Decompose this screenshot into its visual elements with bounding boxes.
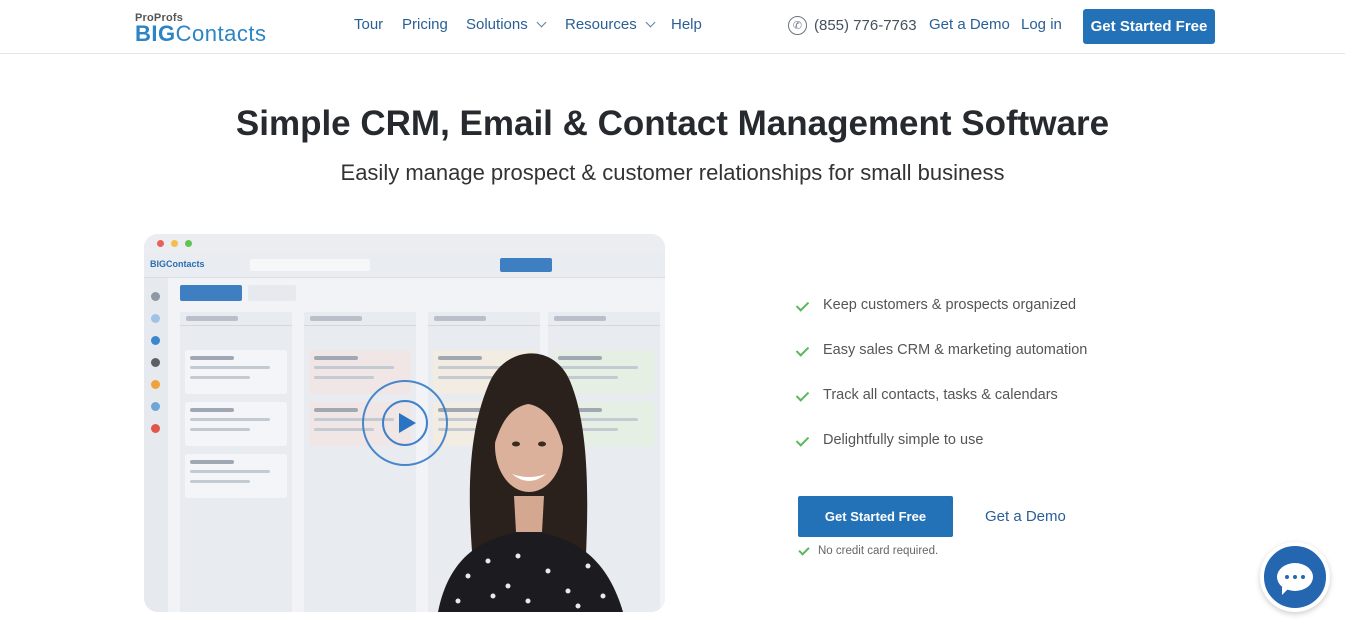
nav-tour[interactable]: Tour (354, 16, 383, 33)
get-started-free-button[interactable]: Get Started Free (798, 496, 953, 537)
chat-icon (1277, 563, 1313, 595)
get-demo-link[interactable]: Get a Demo (929, 16, 1010, 33)
column-header (548, 312, 660, 326)
card-line (190, 460, 234, 464)
check-icon (796, 390, 811, 401)
video-app-search (250, 259, 370, 271)
nav-resources-label: Resources (565, 16, 637, 33)
card-line (190, 480, 250, 483)
nav-solutions-label: Solutions (466, 16, 528, 33)
chat-dot (1301, 575, 1305, 579)
feature-item: Easy sales CRM & marketing automation (796, 342, 1087, 358)
check-icon (799, 546, 811, 557)
window-minimize-dot (171, 240, 178, 247)
top-navigation-bar: ProProfs BIGContacts Tour Pricing Soluti… (0, 0, 1345, 54)
feature-text: Track all contacts, tasks & calendars (823, 387, 1058, 403)
card-line (190, 366, 270, 369)
pipeline-card (185, 454, 287, 498)
video-app-sidebar (144, 278, 168, 612)
chevron-down-icon (645, 17, 656, 28)
card-line (190, 356, 234, 360)
nav-pricing[interactable]: Pricing (402, 16, 448, 33)
chevron-down-icon (536, 17, 547, 28)
play-button[interactable] (362, 380, 448, 466)
nav-resources[interactable]: Resources (565, 16, 656, 33)
page-title: Simple CRM, Email & Contact Management S… (235, 104, 1110, 143)
card-line (190, 418, 270, 421)
chat-dot (1285, 575, 1289, 579)
pipeline-card (185, 402, 287, 446)
feature-text: Easy sales CRM & marketing automation (823, 342, 1088, 358)
window-close-dot (157, 240, 164, 247)
logo-contacts-text: Contacts (175, 21, 267, 46)
sidebar-dot (151, 380, 160, 389)
nav-solutions[interactable]: Solutions (466, 16, 547, 33)
card-line (314, 366, 394, 369)
video-add-opportunity (180, 285, 242, 301)
sidebar-dot (151, 358, 160, 367)
feature-text: Delightfully simple to use (823, 432, 984, 448)
column-title (554, 316, 606, 321)
feature-item: Track all contacts, tasks & calendars (796, 387, 1058, 403)
presenter-photo (438, 353, 623, 612)
sidebar-dot (151, 402, 160, 411)
logo-wordmark: BIGContacts (135, 21, 266, 47)
bigcontacts-logo[interactable]: ProProfs BIGContacts (135, 12, 310, 46)
login-link[interactable]: Log in (1021, 16, 1062, 33)
card-line (314, 408, 358, 412)
no-credit-card-text: No credit card required. (818, 545, 939, 557)
sidebar-dot (151, 292, 160, 301)
column-title (310, 316, 362, 321)
card-line (314, 376, 374, 379)
check-icon (796, 345, 811, 356)
video-app-logo: BIGContacts (150, 259, 205, 269)
product-video[interactable]: BIGContacts (144, 234, 665, 612)
get-a-demo-link[interactable]: Get a Demo (985, 508, 1066, 525)
play-icon (382, 400, 428, 446)
column-header (428, 312, 540, 326)
page-subtitle: Easily manage prospect & customer relati… (340, 160, 1005, 185)
sidebar-dot (151, 424, 160, 433)
play-triangle (399, 413, 416, 433)
nav-help[interactable]: Help (671, 16, 702, 33)
card-line (190, 428, 250, 431)
get-started-free-header-button[interactable]: Get Started Free (1083, 9, 1215, 44)
chat-widget-button[interactable] (1260, 542, 1330, 612)
column-title (434, 316, 486, 321)
card-line (190, 470, 270, 473)
video-app-topbar: BIGContacts (144, 252, 665, 278)
column-header (180, 312, 292, 326)
sidebar-dot (151, 336, 160, 345)
pipeline-card (185, 350, 287, 394)
column-header (304, 312, 416, 326)
video-app-add-contacts (500, 258, 552, 272)
video-customize (248, 285, 296, 301)
window-maximize-dot (185, 240, 192, 247)
chat-dot (1293, 575, 1297, 579)
video-window-chrome (144, 234, 665, 252)
phone-icon: ✆ (788, 16, 807, 35)
sidebar-dot (151, 314, 160, 323)
feature-text: Keep customers & prospects organized (823, 297, 1077, 313)
logo-big-text: BIG (135, 21, 176, 46)
card-line (190, 376, 250, 379)
phone-link[interactable]: ✆ (855) 776-7763 (788, 16, 917, 35)
card-line (314, 356, 358, 360)
phone-number: (855) 776-7763 (814, 17, 917, 34)
column-title (186, 316, 238, 321)
card-line (190, 408, 234, 412)
check-icon (796, 300, 811, 311)
check-icon (796, 435, 811, 446)
feature-item: Keep customers & prospects organized (796, 297, 1076, 313)
pipeline-column (180, 312, 292, 612)
feature-item: Delightfully simple to use (796, 432, 983, 448)
no-credit-card-note: No credit card required. (799, 545, 938, 557)
